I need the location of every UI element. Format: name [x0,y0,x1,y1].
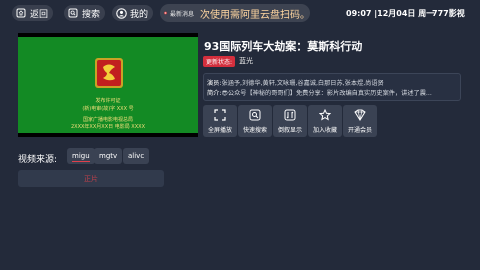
caption-line-1: 发布许可证 [95,98,121,104]
search-label: 搜索 [82,9,101,20]
caption-line-4: 2XXX年XX月XX日 电影局 XXXX [70,124,146,130]
source-tab-mgtv[interactable]: mgtv [94,148,123,164]
fullscreen-icon [214,109,226,121]
info-box[interactable]: 演员:张涵予,刘德华,黄轩,文咏珊,谷嘉诚,白那日苏,张本煜,尚语贤 简介:😎公… [203,73,461,101]
reverse-order-label: 倒叙显示 [277,127,302,134]
fullscreen-label: 全屏播放 [207,127,232,134]
cast-value: 张涵予,刘德华,黄轩,文咏珊,谷嘉诚,白那日苏,张本煜,尚语贤 [221,80,384,87]
status-value: 蓝光 [239,57,254,65]
film-approval-logo [95,58,123,88]
add-favorite-button[interactable]: 加入收藏 [308,105,342,137]
update-status: 更新状态: 蓝光 [203,55,253,67]
notice-tag: 最新消息 [169,10,194,18]
notice-icon [164,11,167,15]
home-icon [15,7,27,19]
search-icon [67,7,79,19]
vip-label: 开通会员 [347,127,372,134]
source-tab-label: migu [72,152,90,160]
user-icon [115,7,127,19]
episode-button[interactable]: 正片 [18,170,164,187]
episode-label: 正片 [84,174,98,183]
caption-line-2: (新)电审(故)字 XXX 号 [82,106,134,112]
mine-button[interactable]: 我的 [112,5,154,21]
add-favorite-label: 加入收藏 [312,127,337,134]
notice-text: 次使用需阿里云盘扫码。 [200,9,310,21]
cast-line: 演员:张涵予,刘德华,黄轩,文咏珊,谷嘉诚,白那日苏,张本煜,尚语贤 [207,78,459,87]
clock: 09:07 |12月04日 周一 [346,9,435,18]
cast-label: 演员: [207,80,222,87]
star-icon [319,109,331,121]
quick-search-label: 快速搜索 [242,127,267,134]
status-badge: 更新状态: [203,55,236,67]
sort-icon [284,109,296,121]
app-brand: 777影视 [432,9,465,18]
search-icon [249,109,261,121]
notice-marquee[interactable]: 最新消息 次使用需阿里云盘扫码。 [160,4,310,22]
movie-title: 93国际列车大劫案：莫斯科行动 [204,40,363,53]
search-button[interactable]: 搜索 [64,5,106,21]
vip-button[interactable]: 开通会员 [343,105,377,137]
back-label: 返回 [30,9,49,20]
source-tab-label: mgtv [99,152,118,160]
back-button[interactable]: 返回 [12,5,54,21]
intro-line: 简介:😎公众号【神秘的哥哥们】免费分享：影片改编自真实历史案件，讲述了震... [207,88,459,97]
source-tab-alivc[interactable]: alivc [123,148,150,164]
quick-search-button[interactable]: 快速搜索 [238,105,272,137]
caption-line-3: 国家广播电影电视总局 [82,117,133,123]
active-underline [72,161,90,162]
fullscreen-button[interactable]: 全屏播放 [203,105,237,137]
top-bar: 返回 搜索 我的 最新消息 次使用需阿里云盘扫码。 09:07 |12月04日 … [0,0,480,28]
video-player[interactable]: 发布许可证 (新)电审(故)字 XXX 号 国家广播电影电视总局 2XXX年XX… [18,33,198,137]
source-tab-label: alivc [128,152,145,160]
source-label: 视频来源: [18,155,58,165]
reverse-order-button[interactable]: 倒叙显示 [273,105,307,137]
intro-label: 简介: [207,90,222,97]
vip-icon [354,109,366,121]
intro-value: 😎公众号【神秘的哥哥们】免费分享：影片改编自真实历史案件，讲述了震... [221,90,432,97]
source-tab-migu[interactable]: migu [67,148,95,164]
mine-label: 我的 [130,9,149,20]
video-frame: 发布许可证 (新)电审(故)字 XXX 号 国家广播电影电视总局 2XXX年XX… [18,37,198,133]
